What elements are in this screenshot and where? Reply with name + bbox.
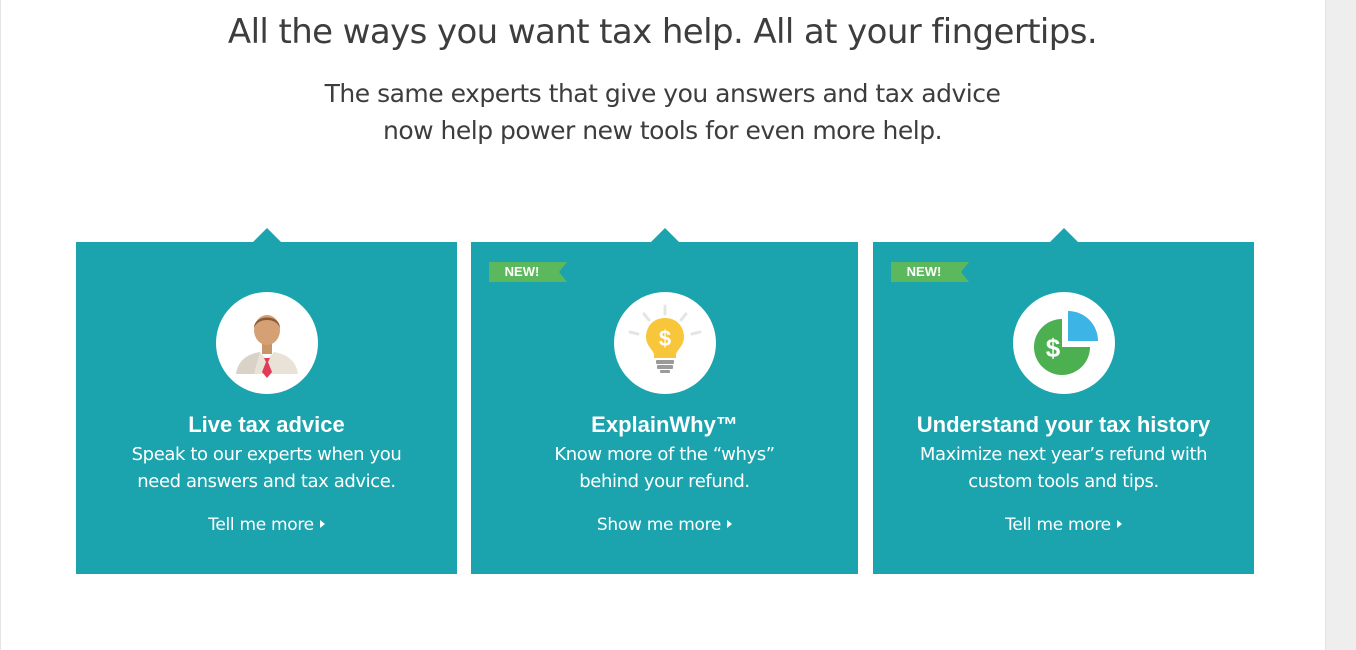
card-description-line-1: Know more of the “whys” xyxy=(554,444,775,465)
card-description: Maximize next year’s refund with custom … xyxy=(873,441,1254,495)
new-badge: NEW! xyxy=(891,262,969,282)
card-title: Live tax advice xyxy=(188,412,345,437)
feature-card-explainwhy: NEW! $ ExplainWhy™ Know more of the “why… xyxy=(471,228,858,574)
page-headline: All the ways you want tax help. All at y… xyxy=(227,12,1098,52)
card-description: Know more of the “whys” behind your refu… xyxy=(471,441,858,495)
feature-card-live-tax-advice: Live tax advice Speak to our experts whe… xyxy=(76,228,457,574)
card-description-line-1: Maximize next year’s refund with xyxy=(919,444,1208,465)
show-me-more-link[interactable]: Show me more xyxy=(471,512,858,538)
card-description-line-2: behind your refund. xyxy=(579,471,750,492)
card-description-line-2: custom tools and tips. xyxy=(968,471,1159,492)
pie-chart-dollar-icon: $ xyxy=(1012,292,1115,394)
caret-right-icon xyxy=(727,520,733,528)
card-link-label: Tell me more xyxy=(208,515,314,535)
caret-right-icon xyxy=(1116,520,1122,528)
subheadline-line-1: The same experts that give you answers a… xyxy=(324,79,1001,108)
lightbulb-dollar-icon: $ xyxy=(613,292,716,394)
card-description: Speak to our experts when you need answe… xyxy=(76,441,457,495)
tell-me-more-link[interactable]: Tell me more xyxy=(76,512,457,538)
page-subheadline: The same experts that give you answers a… xyxy=(0,75,1325,149)
caret-right-icon xyxy=(319,520,325,528)
card-title: ExplainWhy™ xyxy=(591,412,738,437)
subheadline-line-2: now help power new tools for even more h… xyxy=(382,116,943,145)
new-badge: NEW! xyxy=(489,262,567,282)
svg-text:$: $ xyxy=(658,326,670,351)
tell-me-more-link[interactable]: Tell me more xyxy=(873,512,1254,538)
card-description-line-2: need answers and tax advice. xyxy=(137,471,396,492)
card-link-label: Show me more xyxy=(596,515,722,535)
svg-text:$: $ xyxy=(1045,333,1060,363)
card-link-label: Tell me more xyxy=(1005,515,1111,535)
new-badge-label: NEW! xyxy=(906,264,942,279)
scrollbar-track[interactable] xyxy=(1325,0,1356,650)
new-badge-label: NEW! xyxy=(504,264,540,279)
card-description-line-1: Speak to our experts when you xyxy=(131,444,402,465)
feature-card-tax-history: NEW! $ Understand your tax history Maxim… xyxy=(873,228,1254,574)
expert-person-icon xyxy=(215,292,318,394)
card-title: Understand your tax history xyxy=(916,412,1211,437)
